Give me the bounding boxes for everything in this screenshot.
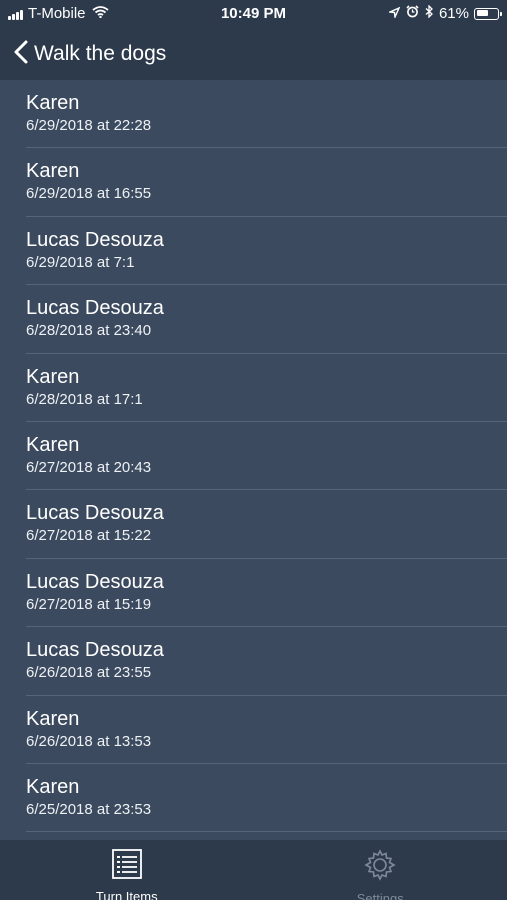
list-item[interactable]: Lucas Desouza 6/28/2018 at 23:40 — [0, 285, 507, 354]
list-item[interactable]: Karen 6/26/2018 at 13:53 — [0, 696, 507, 765]
item-date: 6/27/2018 at 15:22 — [26, 527, 152, 545]
app-screen: T-Mobile 10:49 PM 61% Walk the dogs Kare… — [0, 0, 507, 900]
tab-turn-items-label: Turn Items — [95, 889, 158, 900]
item-date: 6/27/2018 at 15:19 — [26, 595, 152, 613]
item-name: Lucas Desouza — [26, 639, 164, 662]
location-icon — [387, 5, 401, 22]
gear-icon — [363, 848, 397, 887]
item-name: Karen — [26, 92, 80, 114]
item-name: Karen — [26, 160, 80, 183]
list-item[interactable]: Karen 6/28/2018 at 17:1 — [0, 354, 507, 423]
list-icon — [111, 848, 143, 885]
item-date: 6/29/2018 at 7:1 — [26, 253, 135, 271]
item-date: 6/26/2018 at 13:53 — [26, 732, 152, 750]
tab-turn-items[interactable]: Turn Items — [0, 840, 254, 900]
tab-settings-label: Settings — [356, 891, 404, 900]
back-button[interactable]: Walk the dogs — [0, 28, 166, 80]
item-name: Karen — [26, 707, 80, 730]
item-date: 6/25/2018 at 23:53 — [26, 800, 152, 818]
item-date: 6/28/2018 at 23:40 — [26, 322, 152, 340]
battery-icon — [474, 7, 502, 20]
alarm-icon — [406, 5, 419, 22]
item-date: 6/29/2018 at 22:28 — [26, 117, 152, 134]
bluetooth-icon — [425, 4, 433, 22]
status-bar: T-Mobile 10:49 PM 61% — [0, 0, 507, 28]
tab-bar: Turn Items Settings — [0, 840, 507, 900]
page-title: Walk the dogs — [34, 42, 167, 65]
list-item[interactable]: Karen 6/29/2018 at 22:28 — [0, 80, 507, 149]
list-item[interactable]: Karen 6/25/2018 at 23:53 — [0, 764, 507, 833]
item-name: Karen — [26, 433, 80, 456]
tab-settings[interactable]: Settings — [254, 840, 507, 900]
list-item[interactable]: Lucas Desouza 6/29/2018 at 7:1 — [0, 217, 507, 286]
status-right: 61% — [383, 4, 502, 22]
turn-list: Karen 6/29/2018 at 22:28 Karen 6/29/2018 at… — [0, 80, 507, 840]
list-item[interactable]: Karen 6/27/2018 at 20:43 — [0, 422, 507, 491]
item-name: Lucas Desouza — [26, 570, 164, 593]
list-item[interactable]: Lucas Desouza 6/26/2018 at 23:55 — [0, 627, 507, 696]
item-name: Lucas Desouza — [26, 502, 164, 525]
list-item[interactable]: Lucas Desouza 6/27/2018 at 15:22 — [0, 490, 507, 560]
item-date: 6/26/2018 at 23:55 — [26, 664, 152, 682]
item-name: Karen — [26, 365, 80, 388]
list-item[interactable]: Lucas Desouza 6/27/2018 at 15:19 — [0, 559, 507, 628]
chevron-left-icon — [14, 40, 28, 69]
battery-percent: 61% — [438, 5, 469, 22]
list-item[interactable]: Karen 6/29/2018 at 16:55 — [0, 148, 507, 218]
item-date: 6/28/2018 at 17:1 — [26, 390, 143, 408]
navigation-bar: Walk the dogs — [0, 28, 507, 80]
item-date: 6/29/2018 at 16:55 — [26, 185, 152, 203]
item-date: 6/27/2018 at 20:43 — [26, 458, 152, 476]
item-name: Lucas Desouza — [26, 297, 164, 320]
item-name: Karen — [26, 775, 80, 798]
item-name: Lucas Desouza — [26, 228, 164, 251]
